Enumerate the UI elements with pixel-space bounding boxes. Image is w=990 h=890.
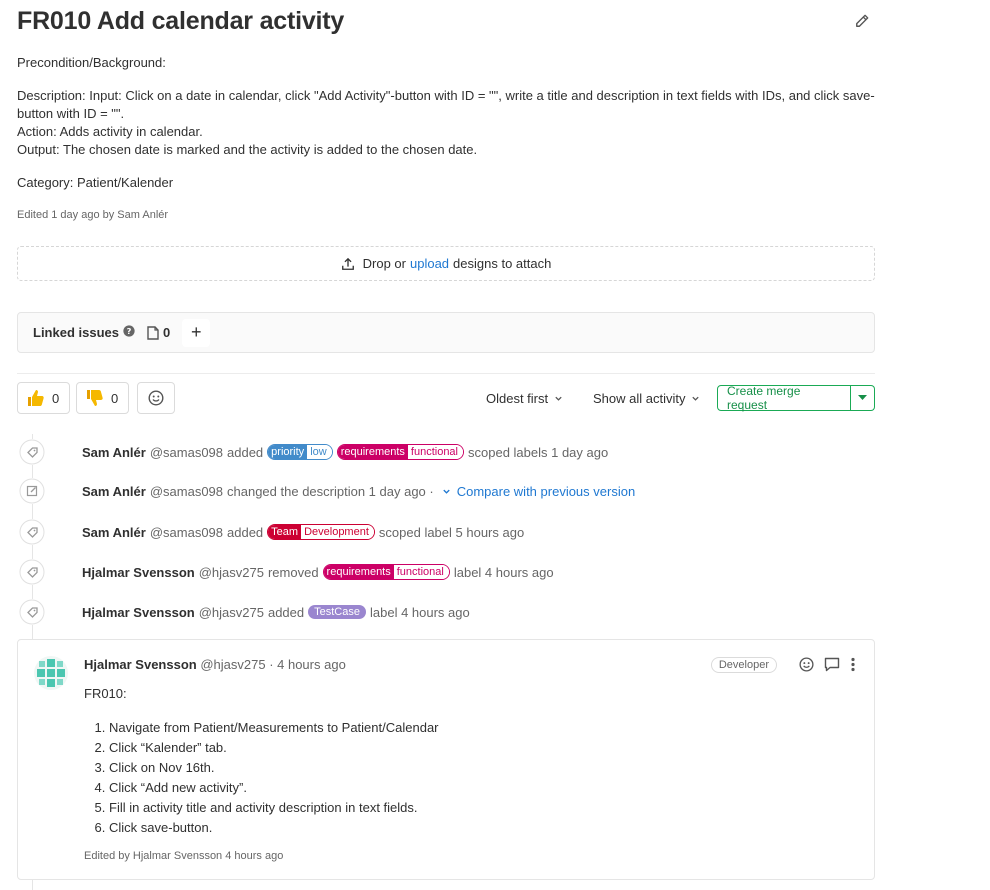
avatar[interactable]	[34, 656, 68, 690]
event-action: added	[267, 604, 305, 620]
list-item: Click on Nov 16th.	[109, 758, 844, 778]
label-testcase[interactable]: TestCase	[308, 605, 366, 619]
upload-link[interactable]: upload	[410, 256, 449, 271]
precondition-text: Precondition/Background:	[17, 55, 166, 70]
comment-meta[interactable]: @hjasv275 · 4 hours ago	[200, 657, 345, 672]
scoped-label-team[interactable]: Team Development	[267, 524, 375, 540]
sort-label: Oldest first	[486, 391, 549, 406]
thumbs-up-count: 0	[52, 390, 60, 406]
sort-dropdown[interactable]: Oldest first	[486, 391, 563, 406]
dropzone-prefix: Drop or	[362, 256, 406, 271]
event-trailing: label 4 hours ago	[453, 564, 554, 580]
event-handle[interactable]: @samas098	[150, 525, 223, 540]
page-title: FR010 Add calendar activity	[17, 7, 345, 35]
list-item: Click “Kalender” tab.	[109, 738, 844, 758]
thumbs-down-award-button[interactable]: 0	[76, 382, 129, 414]
issue-description: Precondition/Background: Description: In…	[17, 54, 875, 192]
list-item: Navigate from Patient/Measurements to Pa…	[109, 718, 844, 738]
compare-version-label: Compare with previous version	[456, 483, 636, 499]
activity-filter-dropdown[interactable]: Show all activity	[593, 391, 700, 406]
thumbs-down-count: 0	[111, 390, 119, 406]
edit-pencil-icon[interactable]	[849, 8, 875, 34]
divider	[17, 373, 875, 374]
add-reaction-button[interactable]	[137, 382, 175, 414]
design-dropzone[interactable]: Drop or upload designs to attach	[17, 246, 875, 281]
event-handle[interactable]: @hjasv275	[199, 605, 264, 620]
reply-comment-icon[interactable]	[824, 657, 840, 672]
smiley-icon[interactable]	[799, 657, 814, 672]
event-author[interactable]: Hjalmar Svensson	[82, 605, 195, 620]
smiley-icon	[148, 390, 164, 406]
activity-filter-label: Show all activity	[593, 391, 686, 406]
chevron-down-icon	[555, 396, 562, 401]
steps-list: Navigate from Patient/Measurements to Pa…	[84, 718, 844, 838]
event-action: added	[227, 444, 264, 460]
create-merge-request-group: Create merge request	[717, 384, 875, 412]
scoped-label-requirements[interactable]: requirements functional	[322, 564, 450, 580]
issue-icon	[147, 325, 159, 340]
edit-note-icon	[17, 478, 47, 504]
event-author[interactable]: Sam Anlér	[82, 525, 146, 540]
thumbs-down-icon	[87, 390, 103, 406]
event-handle[interactable]: @samas098	[150, 445, 223, 460]
role-badge: Developer	[710, 657, 777, 673]
action-text: Action: Adds activity in calendar.	[17, 124, 203, 139]
thumbs-up-award-button[interactable]: 0	[17, 382, 70, 414]
label-tag-icon	[17, 519, 47, 545]
event-author[interactable]: Hjalmar Svensson	[82, 565, 195, 580]
event-trailing: scoped label 5 hours ago	[378, 524, 525, 540]
svg-text:?: ?	[127, 326, 132, 336]
comment-body: FR010: Navigate from Patient/Measurement…	[84, 684, 844, 838]
add-linked-issue-button[interactable]: +	[182, 318, 211, 347]
create-merge-request-button[interactable]: Create merge request	[717, 384, 851, 412]
label-tag-icon	[17, 439, 47, 465]
comment-intro: FR010:	[84, 686, 127, 701]
event-action: changed the description 1 day ago ·	[227, 483, 434, 499]
event-action: added	[227, 524, 264, 540]
event-action: removed	[267, 564, 319, 580]
linked-issues-count: 0	[147, 325, 170, 340]
dropzone-suffix: designs to attach	[453, 256, 552, 271]
edited-note: Edited 1 day ago by Sam Anlér	[17, 209, 169, 221]
comment-edited-note: Edited by Hjalmar Svensson 4 hours ago	[84, 850, 284, 862]
thumbs-up-icon	[28, 390, 44, 406]
category-text: Category: Patient/Kalender	[17, 175, 174, 190]
linked-issues-label: Linked issues	[33, 325, 119, 340]
upload-icon	[341, 257, 354, 270]
more-actions-icon[interactable]	[850, 657, 856, 672]
list-item: Click save-button.	[109, 818, 844, 838]
scoped-label-priority[interactable]: priority low	[267, 444, 333, 460]
linked-issues-count-value: 0	[162, 325, 171, 340]
title-row: FR010 Add calendar activity	[17, 6, 875, 36]
event-trailing: label 4 hours ago	[369, 604, 470, 620]
event-handle[interactable]: @samas098	[150, 484, 223, 499]
scoped-label-requirements[interactable]: requirements functional	[336, 444, 464, 460]
compare-version-link[interactable]: Compare with previous version	[442, 484, 635, 499]
list-item: Fill in activity title and activity desc…	[109, 798, 844, 818]
chevron-down-icon	[692, 396, 700, 401]
output-text: Output: The chosen date is marked and th…	[17, 142, 478, 157]
event-author[interactable]: Sam Anlér	[82, 445, 146, 460]
question-circle-icon[interactable]: ?	[123, 325, 135, 340]
merge-request-options-button[interactable]	[850, 385, 875, 411]
list-item: Click “Add new activity”.	[109, 778, 844, 798]
label-tag-icon	[17, 559, 47, 585]
comment-actions	[799, 657, 856, 672]
chevron-down-icon	[443, 489, 450, 494]
linked-issues-card: Linked issues ? 0 +	[17, 312, 875, 353]
caret-down-icon	[857, 395, 867, 400]
comment-author[interactable]: Hjalmar Svensson	[84, 657, 197, 672]
event-handle[interactable]: @hjasv275	[199, 565, 264, 580]
event-trailing: scoped labels 1 day ago	[468, 444, 609, 460]
description-text: Description: Input: Click on a date in c…	[17, 88, 875, 121]
comment-note: Hjalmar Svensson @hjasv275 · 4 hours ago…	[17, 639, 875, 880]
event-author[interactable]: Sam Anlér	[82, 484, 146, 499]
label-tag-icon	[17, 599, 47, 625]
comment-header: Hjalmar Svensson @hjasv275 · 4 hours ago	[84, 657, 346, 672]
